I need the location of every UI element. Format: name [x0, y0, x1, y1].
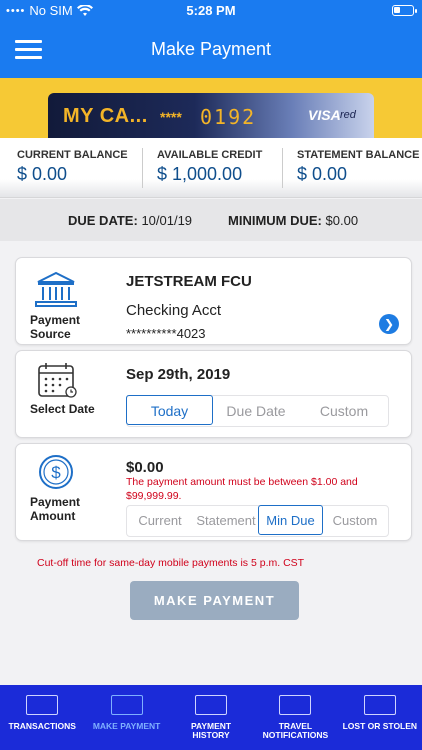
minimum-due-value: $0.00 [325, 213, 359, 228]
account-type: Checking Acct [126, 302, 222, 319]
tab-label-line: HISTORY [192, 730, 230, 740]
select-date-caption: Select Date [30, 402, 95, 416]
caption-line: Payment [30, 495, 81, 509]
caption-line: Amount [30, 509, 76, 523]
status-bar: •••• No SIM 5:28 PM [0, 0, 422, 22]
divider [142, 148, 143, 188]
tab-label-line: LOST OR STOLEN [342, 721, 418, 731]
card-mask: **** [160, 109, 182, 125]
current-balance-label: CURRENT BALANCE [17, 149, 128, 161]
selected-date: Sep 29th, 2019 [126, 366, 231, 383]
make-payment-icon [110, 695, 143, 715]
date-option-custom[interactable]: Custom [300, 396, 388, 426]
minimum-due-label: MINIMUM DUE: [228, 213, 322, 228]
tab-label-line: NOTIFICATIONS [262, 730, 329, 740]
tab-bar: TRANSACTIONS MAKE PAYMENT PAYMENT HISTOR… [0, 685, 422, 750]
amount-option-statement[interactable]: Statement [193, 506, 259, 536]
date-option-today[interactable]: Today [126, 395, 213, 425]
lost-or-stolen-icon [363, 695, 396, 715]
account-number: **********4023 [126, 326, 206, 341]
battery-icon [392, 5, 417, 16]
divider [282, 148, 283, 188]
tab-travel-notifications[interactable]: TRAVEL NOTIFICATIONS [253, 685, 337, 750]
dollar-icon: $ [39, 455, 73, 489]
screen: •••• No SIM 5:28 PM Make Payment MY CA..… [0, 0, 422, 750]
tab-label-line: TRANSACTIONS [8, 721, 76, 731]
status-time: 5:28 PM [186, 3, 236, 18]
app-header: •••• No SIM 5:28 PM Make Payment [0, 0, 422, 78]
payment-amount-value: $0.00 [126, 459, 164, 476]
tab-label: TRANSACTIONS [0, 722, 84, 731]
bank-icon [35, 271, 77, 307]
available-credit-label: AVAILABLE CREDIT [157, 149, 263, 161]
calendar-icon [38, 363, 77, 398]
travel-notifications-icon [279, 695, 312, 715]
payment-amount-panel: $ Payment Amount $0.00 The payment amoun… [15, 443, 412, 541]
amount-option-custom[interactable]: Custom [322, 506, 388, 536]
amount-error-message: The payment amount must be between $1.00… [126, 476, 358, 502]
current-balance-value: $ 0.00 [17, 164, 68, 184]
date-option-due-date[interactable]: Due Date [212, 396, 300, 426]
tab-lost-or-stolen[interactable]: LOST OR STOLEN [338, 685, 422, 750]
payment-amount-caption: Payment Amount [30, 495, 80, 523]
tab-make-payment[interactable]: MAKE PAYMENT [84, 685, 168, 750]
svg-text:$: $ [51, 463, 61, 482]
card-brand: VISA [308, 107, 341, 123]
tab-label-line: MAKE PAYMENT [92, 721, 161, 731]
caption-line: Source [30, 327, 71, 341]
caption-line: Payment [30, 313, 81, 327]
statement-balance-value: $ 0.00 [297, 164, 348, 184]
tab-label: MAKE PAYMENT [84, 722, 168, 731]
chevron-right-icon[interactable]: ❯ [379, 314, 399, 334]
credit-card-image: MY CA... **** 0192 VISA red [48, 93, 374, 138]
select-date-panel: Select Date Sep 29th, 2019 Today Due Dat… [15, 350, 412, 438]
tab-label: TRAVEL NOTIFICATIONS [253, 722, 337, 740]
tab-payment-history[interactable]: PAYMENT HISTORY [169, 685, 253, 750]
balances-row: CURRENT BALANCE $ 0.00 AVAILABLE CREDIT … [0, 138, 422, 198]
tab-label: LOST OR STOLEN [338, 722, 422, 731]
minimum-due: MINIMUM DUE: $0.00 [228, 213, 358, 228]
transactions-icon [26, 695, 59, 715]
tab-label: PAYMENT HISTORY [169, 722, 253, 740]
due-row: DUE DATE: 10/01/19 MINIMUM DUE: $0.00 [0, 199, 422, 241]
statement-balance-label: STATEMENT BALANCE [297, 149, 420, 161]
tab-transactions[interactable]: TRANSACTIONS [0, 685, 84, 750]
make-payment-button[interactable]: MAKE PAYMENT [130, 581, 299, 620]
due-date-label: DUE DATE: [68, 213, 138, 228]
available-credit-value: $ 1,000.00 [157, 164, 243, 184]
cutoff-note: Cut-off time for same-day mobile payment… [37, 557, 305, 569]
payment-history-icon [195, 695, 228, 715]
payment-source-panel[interactable]: Payment Source JETSTREAM FCU Checking Ac… [15, 257, 412, 345]
amount-option-current[interactable]: Current [127, 506, 193, 536]
card-name: MY CA... [63, 105, 148, 127]
page-title: Make Payment [150, 39, 272, 59]
card-last4: 0192 [200, 105, 257, 129]
due-date-value: 10/01/19 [141, 213, 193, 228]
bank-name: JETSTREAM FCU [126, 273, 252, 290]
card-brand-sub: red [340, 109, 356, 121]
due-date: DUE DATE: 10/01/19 [68, 213, 192, 228]
amount-option-min-due[interactable]: Min Due [258, 505, 323, 535]
payment-source-caption: Payment Source [30, 313, 80, 341]
date-option-group: Today Due Date Custom [126, 395, 389, 427]
amount-option-group: Current Statement Min Due Custom [126, 505, 389, 537]
